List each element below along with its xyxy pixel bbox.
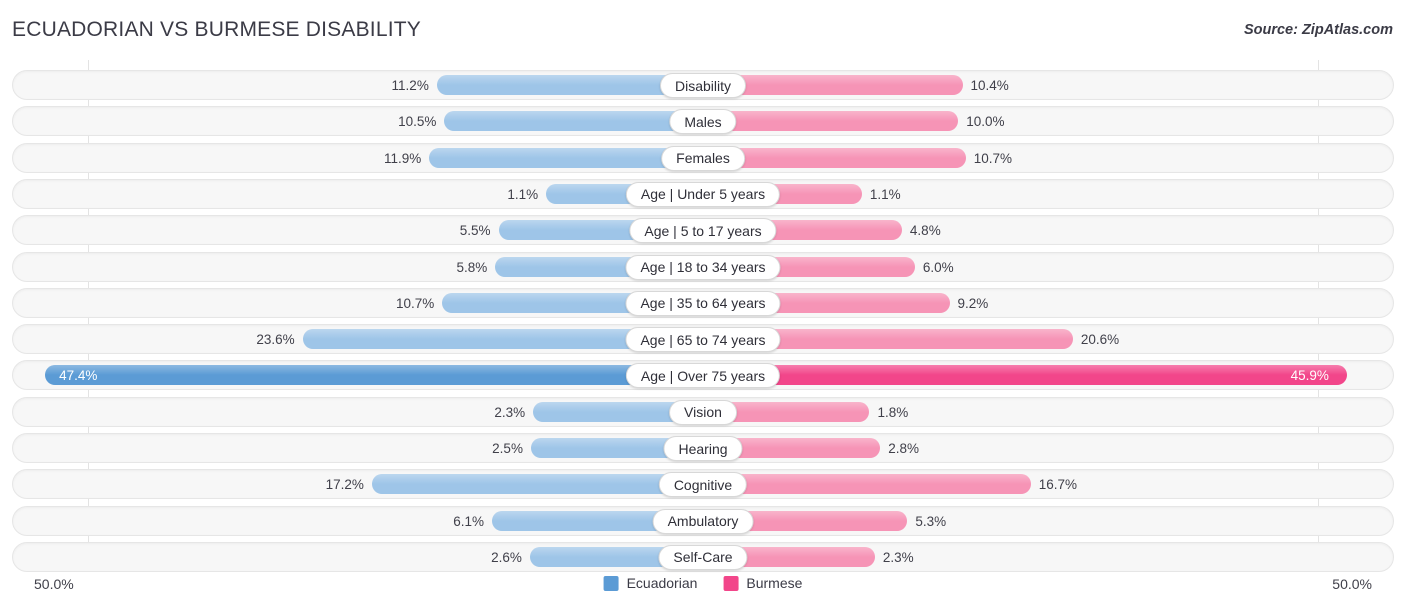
table-row[interactable]: 11.2% 10.4% Disability [12,70,1394,100]
value-label-ecuadorian: 2.6% [491,548,522,567]
value-label-ecuadorian: 10.5% [398,112,436,131]
value-label-burmese: 10.0% [966,112,1004,131]
value-label-burmese: 10.7% [974,149,1012,168]
value-label-burmese: 10.4% [971,76,1009,95]
row-label-age-65-to-74-years: Age | 65 to 74 years [625,327,780,352]
row-label-cognitive: Cognitive [659,472,747,497]
value-label-burmese: 1.1% [870,185,901,204]
value-label-burmese: 45.9% [1291,366,1329,385]
value-label-burmese: 6.0% [923,258,954,277]
bar-burmese [704,111,958,131]
legend-label: Ecuadorian [627,575,698,591]
row-label-males: Males [669,109,736,134]
value-label-ecuadorian: 10.7% [396,294,434,313]
legend-label: Burmese [746,575,802,591]
chart-header: ECUADORIAN VS BURMESE DISABILITY Source:… [0,0,1406,58]
value-label-ecuadorian: 47.4% [59,366,97,385]
bar-burmese [704,474,1031,494]
chart-legend: Ecuadorian Burmese [604,575,803,591]
value-label-burmese: 2.3% [883,548,914,567]
row-label-hearing: Hearing [663,436,742,461]
legend-item[interactable]: Ecuadorian [604,575,698,591]
value-label-ecuadorian: 23.6% [256,330,294,349]
row-label-self-care: Self-Care [658,545,747,570]
page-title: ECUADORIAN VS BURMESE DISABILITY [12,18,421,42]
table-row[interactable]: 10.5% 10.0% Males [12,106,1394,136]
value-label-burmese: 5.3% [915,512,946,531]
table-row[interactable]: 17.2% 16.7% Cognitive [12,469,1394,499]
table-row[interactable]: 11.9% 10.7% Females [12,143,1394,173]
legend-item[interactable]: Burmese [723,575,802,591]
table-row[interactable]: 2.6% 2.3% Self-Care [12,542,1394,572]
bar-burmese [704,365,1347,385]
value-label-burmese: 16.7% [1039,475,1077,494]
value-label-ecuadorian: 17.2% [326,475,364,494]
table-row[interactable]: 5.5% 4.8% Age | 5 to 17 years [12,215,1394,245]
table-row[interactable]: 2.5% 2.8% Hearing [12,433,1394,463]
row-label-age-under-5-years: Age | Under 5 years [626,182,780,207]
chart-footer: 50.0% Ecuadorian Burmese 50.0% [0,572,1406,612]
value-label-ecuadorian: 11.2% [392,76,429,95]
chart-plot-area: 11.2% 10.4% Disability 10.5% 10.0% Males 11.9%… [0,60,1406,570]
row-label-ambulatory: Ambulatory [653,509,754,534]
legend-swatch-icon [604,576,619,591]
value-label-ecuadorian: 1.1% [507,185,538,204]
legend-swatch-icon [723,576,738,591]
row-label-disability: Disability [660,73,746,98]
bar-ecuadorian [444,111,704,131]
table-row[interactable]: 6.1% 5.3% Ambulatory [12,506,1394,536]
table-row[interactable]: 47.4% 45.9% Age | Over 75 years [12,360,1394,390]
row-label-age-18-to-34-years: Age | 18 to 34 years [625,255,780,280]
value-label-ecuadorian: 2.3% [494,403,525,422]
row-label-age-5-to-17-years: Age | 5 to 17 years [629,218,776,243]
value-label-ecuadorian: 5.5% [460,221,491,240]
row-label-age-over-75-years: Age | Over 75 years [626,363,780,388]
value-label-ecuadorian: 5.8% [456,258,487,277]
value-label-burmese: 1.8% [877,403,908,422]
bar-ecuadorian [372,474,704,494]
value-label-ecuadorian: 2.5% [492,439,523,458]
axis-label-right: 50.0% [1332,576,1372,592]
table-row[interactable]: 10.7% 9.2% Age | 35 to 64 years [12,288,1394,318]
source-attribution: Source: ZipAtlas.com [1244,22,1393,38]
value-label-burmese: 4.8% [910,221,941,240]
table-row[interactable]: 5.8% 6.0% Age | 18 to 34 years [12,252,1394,282]
bar-ecuadorian [45,365,704,385]
value-label-burmese: 20.6% [1081,330,1119,349]
axis-label-left: 50.0% [34,576,74,592]
table-row[interactable]: 23.6% 20.6% Age | 65 to 74 years [12,324,1394,354]
table-row[interactable]: 2.3% 1.8% Vision [12,397,1394,427]
value-label-ecuadorian: 6.1% [453,512,484,531]
value-label-ecuadorian: 11.9% [384,149,421,168]
table-row[interactable]: 1.1% 1.1% Age | Under 5 years [12,179,1394,209]
chart-page: ECUADORIAN VS BURMESE DISABILITY Source:… [0,0,1406,612]
value-label-burmese: 2.8% [888,439,919,458]
value-label-burmese: 9.2% [958,294,989,313]
row-label-vision: Vision [669,400,737,425]
row-label-females: Females [661,146,745,171]
row-label-age-35-to-64-years: Age | 35 to 64 years [625,291,780,316]
